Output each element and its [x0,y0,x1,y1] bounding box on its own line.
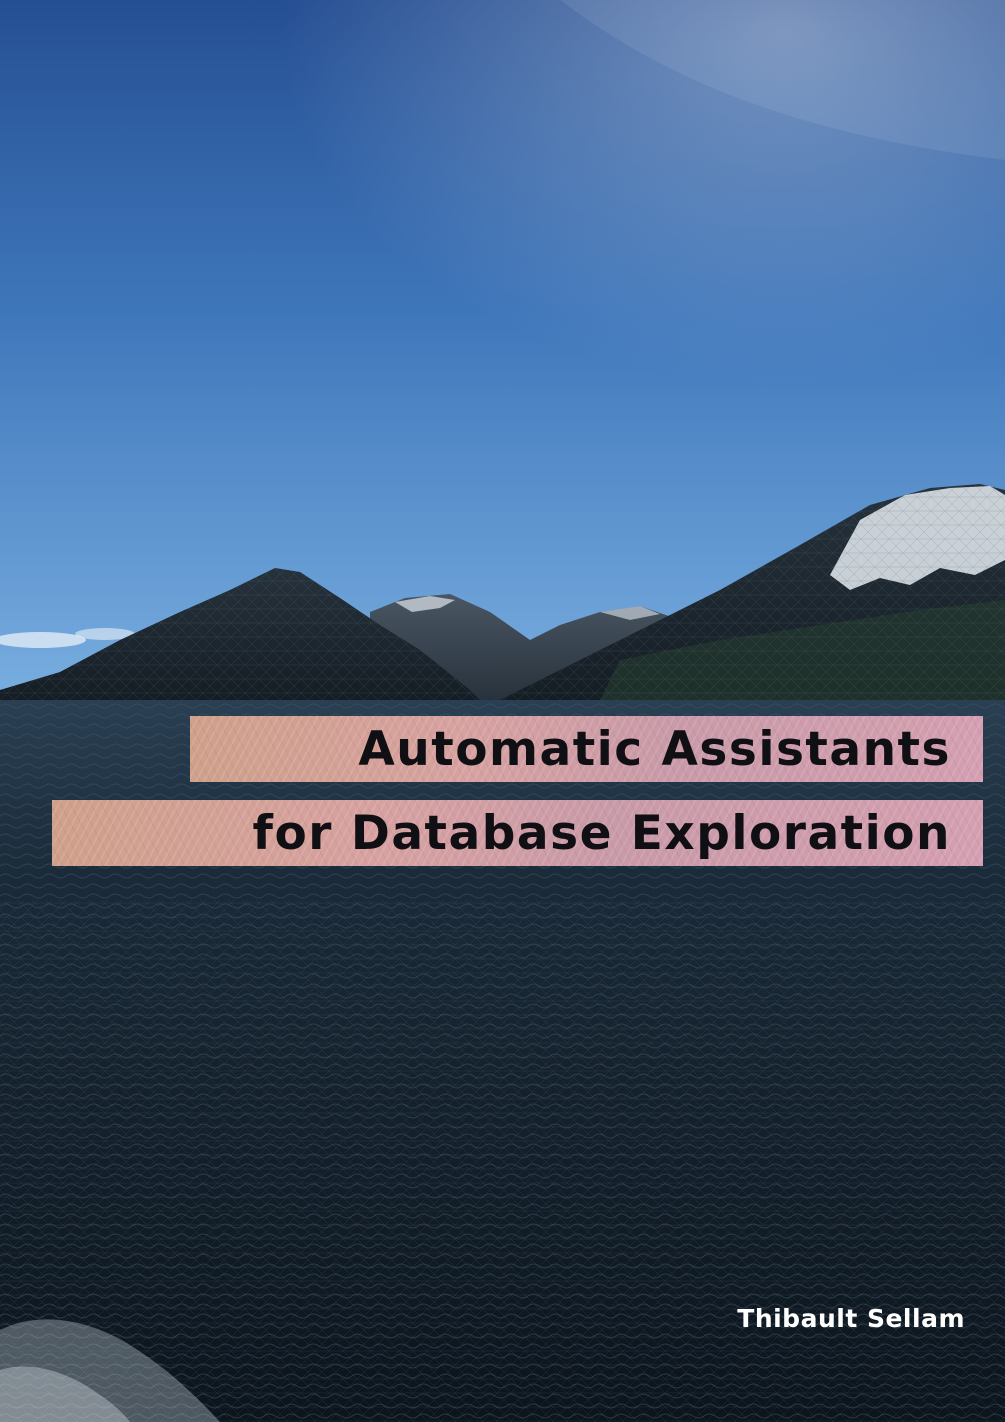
book-title-line-2: for Database Exploration [252,805,951,861]
book-title-line-1: Automatic Assistants [358,721,951,777]
author-name: Thibault Sellam [737,1304,965,1333]
cover-photo [0,0,1005,1422]
title-band-bottom: for Database Exploration [52,800,983,866]
title-band-top: Automatic Assistants [190,716,983,782]
book-cover: Automatic Assistants for Database Explor… [0,0,1005,1422]
